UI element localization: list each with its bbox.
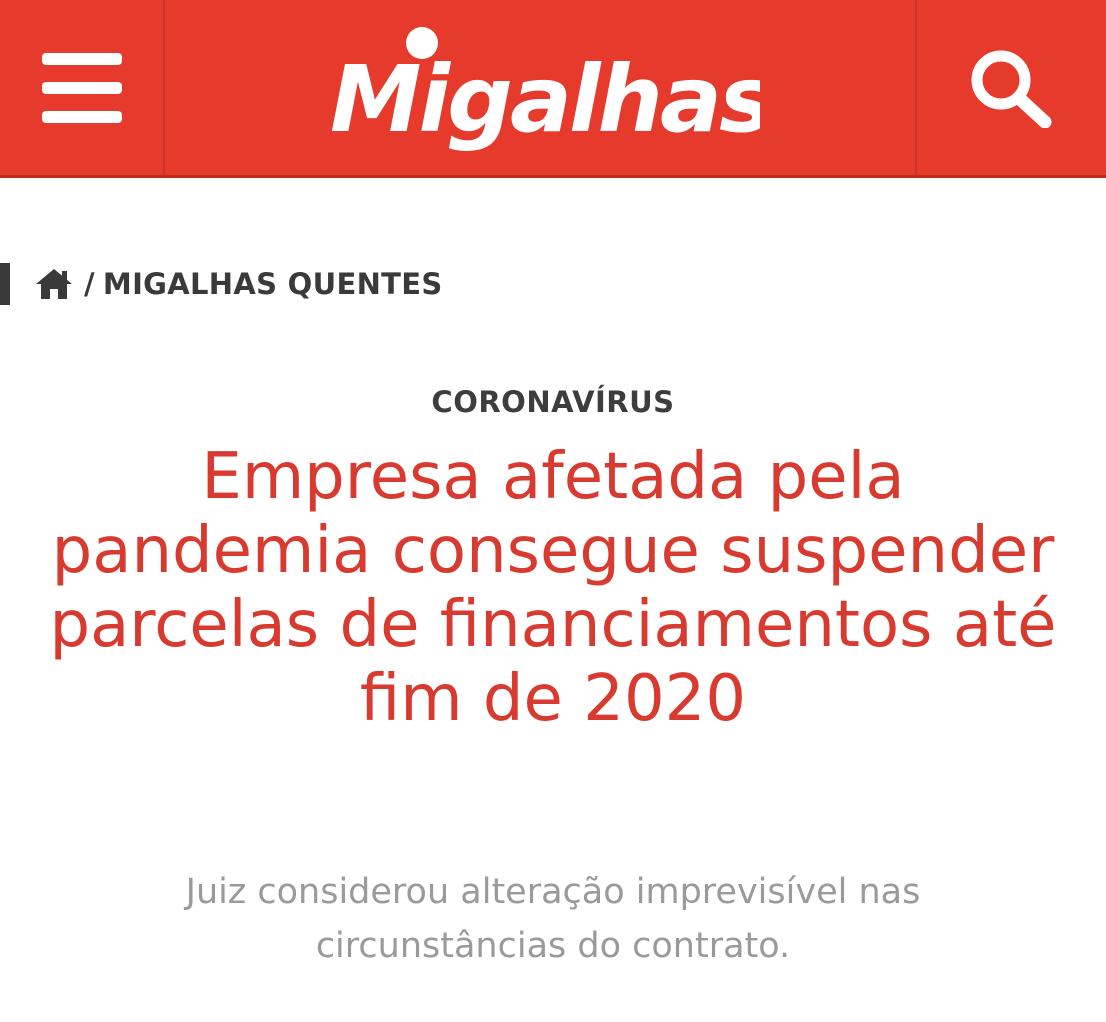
breadcrumb-separator: / [84, 267, 95, 301]
search-button[interactable] [917, 0, 1106, 175]
menu-button[interactable] [0, 0, 163, 175]
breadcrumb: / MIGALHAS QUENTES [0, 258, 443, 310]
article-category[interactable]: CORONAVÍRUS [0, 385, 1106, 419]
search-icon [971, 50, 1051, 128]
svg-text:Migalhas: Migalhas [330, 46, 760, 153]
breadcrumb-marker [0, 263, 10, 305]
breadcrumb-section-link[interactable]: MIGALHAS QUENTES [103, 267, 443, 301]
site-header: Migalhas [0, 0, 1106, 178]
hamburger-menu-icon [41, 52, 122, 123]
site-logo[interactable]: Migalhas [165, 0, 915, 175]
article-subtitle: Juiz considerou alteração imprevisível n… [185, 872, 921, 966]
home-icon[interactable] [34, 267, 74, 301]
article-headline: Empresa afetada pela pandemia consegue s… [49, 440, 1057, 736]
migalhas-logo: Migalhas [330, 26, 760, 153]
